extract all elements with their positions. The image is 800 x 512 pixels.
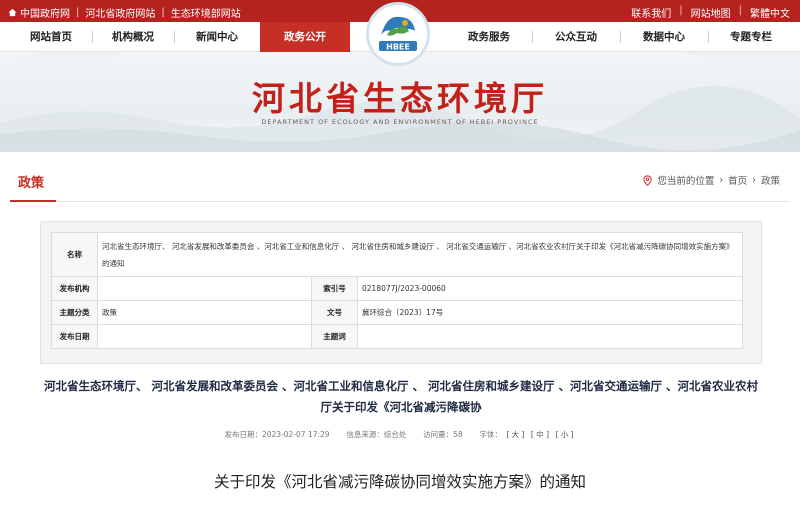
font-large-button[interactable]: [ 大 ]	[506, 430, 524, 439]
name-value: 河北省生态环境厅、 河北省发展和改革委员会 、河北省工业和信息化厅 、 河北省住…	[97, 232, 743, 277]
publisher-label: 发布机构	[51, 276, 98, 301]
document-info-box: 名称 河北省生态环境厅、 河北省发展和改革委员会 、河北省工业和信息化厅 、 河…	[40, 221, 762, 364]
table-row: 主题分类 政策 文号 冀环综合〔2023〕17号	[51, 300, 743, 325]
docno-value: 冀环综合〔2023〕17号	[357, 300, 743, 325]
section-title: 政策	[18, 176, 45, 191]
article-meta: 发布日期：2023-02-07 17:29 信息来源：综合处 访问量：58 字体…	[0, 429, 800, 440]
link-mee-gov[interactable]: 生态环境部网站	[171, 5, 241, 20]
date-value	[97, 324, 312, 349]
link-gov-cn[interactable]: 中国政府网	[8, 5, 70, 20]
link-traditional-chinese[interactable]: 繁體中文	[750, 5, 790, 20]
nav-special-topics[interactable]: 专题专栏	[708, 22, 794, 52]
publisher-value	[97, 276, 312, 301]
font-medium-button[interactable]: [ 中 ]	[531, 430, 549, 439]
topic-label: 主题分类	[51, 300, 98, 325]
chevron-right-icon: ›	[752, 174, 756, 186]
chevron-right-icon: ›	[719, 174, 724, 186]
breadcrumb-current[interactable]: 政策	[761, 173, 780, 187]
table-row: 名称 河北省生态环境厅、 河北省发展和改革委员会 、河北省工业和信息化厅 、 河…	[51, 232, 743, 277]
index-label: 索引号	[311, 276, 358, 301]
utility-links: 联系我们 | 网站地图 | 繁體中文	[631, 5, 790, 20]
date-meta-label: 发布日期：	[224, 430, 262, 439]
site-subtitle: DEPARTMENT OF ECOLOGY AND ENVIRONMENT OF…	[261, 118, 539, 126]
nav-news[interactable]: 新闻中心	[174, 22, 260, 52]
topic-value: 政策	[97, 300, 312, 325]
section-underline	[10, 200, 56, 202]
nav-interaction[interactable]: 公众互动	[532, 22, 620, 52]
keyword-value	[357, 324, 743, 349]
logo-emblem-icon: HBEE	[369, 5, 427, 63]
index-value: 0218077J/2023-00060	[357, 276, 743, 301]
docno-label: 文号	[311, 300, 358, 325]
views-meta-label: 访问量：	[423, 430, 454, 439]
breadcrumb: 您当前的位置 › 首页 › 政策	[643, 173, 780, 187]
breadcrumb-home[interactable]: 首页	[728, 173, 747, 187]
hbee-logo[interactable]: HBEE	[366, 2, 430, 66]
nav-about[interactable]: 机构概况	[92, 22, 174, 52]
article-headline: 河北省生态环境厅、 河北省发展和改革委员会 、河北省工业和信息化厅 、 河北省住…	[43, 379, 758, 414]
document-info-table: 名称 河北省生态环境厅、 河北省发展和改革委员会 、河北省工业和信息化厅 、 河…	[51, 232, 743, 349]
section-header: 政策 您当前的位置 › 首页 › 政策	[10, 156, 790, 202]
table-row: 发布机构 索引号 0218077J/2023-00060	[51, 276, 743, 301]
publish-date: 2023-02-07 17:29	[261, 430, 330, 439]
banner: 河北省生态环境厅 DEPARTMENT OF ECOLOGY AND ENVIR…	[0, 52, 800, 152]
nav-data-center[interactable]: 数据中心	[620, 22, 708, 52]
link-hebei-gov[interactable]: 河北省政府网站	[85, 5, 155, 20]
nav-services[interactable]: 政务服务	[446, 22, 532, 52]
nav-home[interactable]: 网站首页	[10, 22, 92, 52]
location-pin-icon	[643, 174, 652, 186]
external-links: 中国政府网 | 河北省政府网站 | 生态环境部网站	[8, 5, 241, 20]
name-label: 名称	[51, 232, 98, 277]
source-value: 综合处	[383, 430, 407, 439]
link-contact[interactable]: 联系我们	[631, 5, 671, 20]
document-title: 关于印发《河北省减污降碳协同增效实施方案》的通知	[213, 473, 586, 491]
keyword-label: 主题词	[311, 324, 358, 349]
breadcrumb-prefix: 您当前的位置	[657, 176, 715, 187]
font-size-label: 字体：	[479, 430, 502, 439]
home-icon	[8, 8, 17, 17]
views-value: 58	[453, 430, 463, 439]
table-row: 发布日期 主题词	[51, 324, 743, 349]
svg-text:HBEE: HBEE	[386, 43, 410, 52]
site-title: 河北省生态环境厅	[252, 79, 548, 118]
source-meta-label: 信息来源：	[346, 430, 384, 439]
font-small-button[interactable]: [ 小 ]	[555, 430, 573, 439]
link-sitemap[interactable]: 网站地图	[691, 5, 731, 20]
nav-gov-affairs[interactable]: 政务公开	[260, 22, 350, 52]
date-label: 发布日期	[51, 324, 98, 349]
